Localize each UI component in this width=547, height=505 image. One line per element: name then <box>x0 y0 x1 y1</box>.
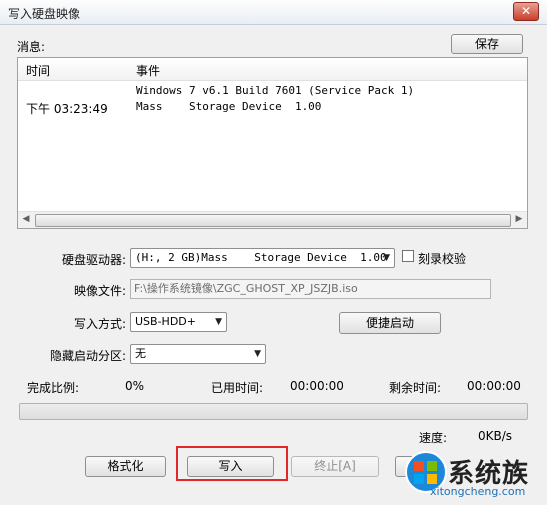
quick-boot-button[interactable]: 便捷启动 <box>339 312 441 334</box>
speed-label: 速度: <box>419 431 448 445</box>
row-time: 下午 03:23:49 <box>26 102 108 116</box>
message-list[interactable]: 时间 事件 Windows 7 v6.1 Build 7601 (Service… <box>17 57 528 229</box>
messages-label: 消息: <box>17 40 46 54</box>
list-item[interactable]: Windows 7 v6.1 Build 7601 (Service Pack … <box>18 82 527 98</box>
write-method-value: USB-HDD+ <box>135 315 196 328</box>
elapsed-label: 已用时间: <box>211 381 264 395</box>
save-button[interactable]: 保存 <box>451 34 523 54</box>
write-method-label: 写入方式: <box>73 317 126 331</box>
complete-label: 完成比例: <box>27 381 80 395</box>
write-method-select[interactable]: USB-HDD+ ▼ <box>130 312 227 332</box>
speed-value: 0KB/s <box>478 429 513 443</box>
close-button[interactable]: ✕ <box>513 2 539 21</box>
drive-label: 硬盘驱动器: <box>61 253 126 267</box>
horizontal-scrollbar[interactable]: ◀ ▶ <box>18 211 527 228</box>
hidden-partition-select[interactable]: 无 ▼ <box>130 344 266 364</box>
write-button-highlight <box>176 446 288 481</box>
verify-checkbox[interactable] <box>402 250 414 262</box>
abort-button[interactable]: 终止[A] <box>291 456 379 477</box>
drive-select[interactable]: (H:, 2 GB)Mass Storage Device 1.00 ▼ <box>130 248 395 268</box>
row-event: Windows 7 v6.1 Build 7601 (Service Pack … <box>136 84 415 97</box>
drive-value: (H:, 2 GB)Mass Storage Device 1.00 <box>135 251 387 264</box>
remaining-value: 00:00:00 <box>467 379 521 393</box>
window-title: 写入硬盘映像 <box>8 7 81 21</box>
image-file-value: F:\操作系统镜像\ZGC_GHOST_XP_JSZJB.iso <box>134 282 358 295</box>
complete-value: 0% <box>125 379 145 393</box>
watermark-logo: 系统族 xitongcheng.com <box>400 450 547 502</box>
watermark-url: xitongcheng.com <box>430 485 526 498</box>
image-file-label: 映像文件: <box>73 284 126 298</box>
close-icon: ✕ <box>520 4 532 18</box>
scroll-right-icon[interactable]: ▶ <box>511 212 527 228</box>
progress-bar <box>19 403 528 420</box>
hidden-partition-value: 无 <box>135 347 146 360</box>
row-event: Mass Storage Device 1.00 <box>136 100 322 113</box>
elapsed-value: 00:00:00 <box>290 379 344 393</box>
list-item[interactable]: 下午 03:23:49 Mass Storage Device 1.00 <box>18 98 527 116</box>
format-button[interactable]: 格式化 <box>85 456 166 477</box>
remaining-label: 剩余时间: <box>389 381 442 395</box>
column-event[interactable]: 事件 <box>136 62 160 79</box>
hidden-partition-label: 隐藏启动分区: <box>49 349 126 363</box>
chevron-down-icon: ▼ <box>254 349 261 359</box>
list-header: 时间 事件 <box>18 58 527 81</box>
verify-label: 刻录校验 <box>418 252 467 266</box>
image-file-field[interactable]: F:\操作系统镜像\ZGC_GHOST_XP_JSZJB.iso <box>130 279 491 299</box>
scroll-left-icon[interactable]: ◀ <box>18 212 34 228</box>
title-bar: 写入硬盘映像 ✕ <box>0 0 547 25</box>
chevron-down-icon: ▼ <box>383 253 390 263</box>
chevron-down-icon: ▼ <box>215 317 222 327</box>
column-time[interactable]: 时间 <box>26 62 50 79</box>
scroll-thumb[interactable] <box>35 214 511 227</box>
